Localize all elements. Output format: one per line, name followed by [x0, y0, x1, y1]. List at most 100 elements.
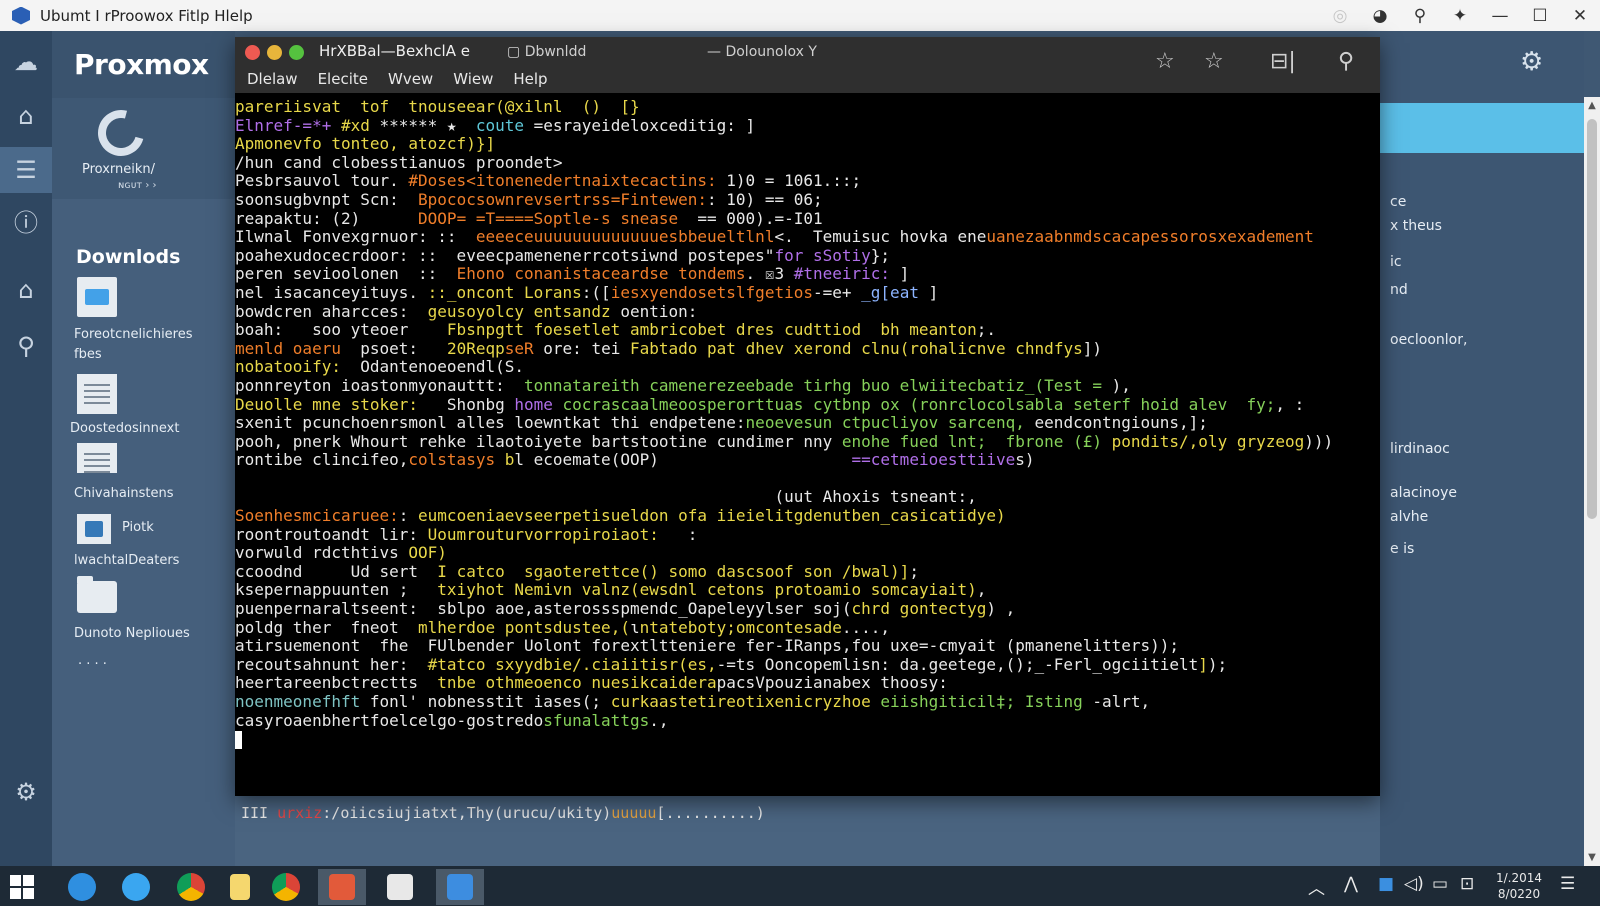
tab-download[interactable]: ▢ Dbwnldd: [507, 44, 586, 60]
terminal-text: ponnreyton ioastonmyonauttt:: [235, 376, 524, 395]
vertical-scrollbar[interactable]: ▲ ▼: [1584, 97, 1600, 866]
content-text: ic: [1390, 254, 1402, 270]
terminal-text: :: [658, 525, 698, 544]
terminal-prompt[interactable]: [235, 730, 1380, 749]
taskbar-clock[interactable]: 1/.2014 8/0220: [1494, 870, 1544, 902]
ie-icon[interactable]: [58, 869, 106, 905]
terminal-text: rontibe clincifeo,: [235, 451, 409, 470]
scroll-thumb[interactable]: [1587, 119, 1597, 519]
notification-icon[interactable]: ☰: [1560, 874, 1575, 894]
proxmox-app-icon[interactable]: [436, 869, 484, 905]
terminal-text: nel isacanceyituys.: [235, 283, 428, 302]
maximize-icon[interactable]: ☐: [1520, 0, 1560, 31]
windows-start-icon[interactable]: [10, 875, 34, 899]
sidebar-icon[interactable]: ⊟|: [1270, 49, 1296, 74]
terminal-text: poahexudocecrdoor: :: eveecpamenenerrcot…: [235, 246, 775, 265]
extensions-icon[interactable]: ✦: [1440, 0, 1480, 31]
star-icon[interactable]: ☆: [1155, 49, 1175, 74]
terminal-app-icon[interactable]: [318, 869, 366, 905]
text-file-icon[interactable]: [77, 374, 117, 414]
profile-icon[interactable]: ◕: [1360, 0, 1400, 31]
terminal-text: =esrayeideloxceditig: ]: [533, 116, 756, 135]
notes-icon[interactable]: [216, 869, 264, 905]
close-icon[interactable]: ✕: [1560, 0, 1600, 31]
display-icon[interactable]: ⊡: [1460, 874, 1474, 894]
account-icon[interactable]: ◎: [1320, 0, 1360, 31]
terminal-text: Apmonevfo tonteo, atozcf)}]: [235, 135, 496, 154]
terminal-text: , :: [1275, 395, 1305, 414]
globe-settings-icon[interactable]: ⚙: [1520, 47, 1543, 77]
shield-icon[interactable]: ■: [1378, 874, 1394, 894]
cloud-icon[interactable]: ☁: [0, 39, 52, 85]
menu-item[interactable]: Elecite: [318, 70, 368, 88]
edge-icon[interactable]: [112, 869, 160, 905]
terminal-line: soonsugbvnpt Scn: Bpococsownrevsertrss=F…: [235, 191, 1380, 210]
info-icon[interactable]: ⓘ: [0, 197, 52, 243]
node-card[interactable]: Proxrneikn/ ɴɢᴜт › ›: [52, 98, 235, 199]
tab-download-label: Dbwnldd: [524, 44, 587, 60]
minimize-dot-icon[interactable]: [267, 45, 282, 60]
tab-second[interactable]: — Dolounolox Y: [707, 44, 817, 60]
menu-item[interactable]: Dlelaw: [247, 70, 298, 88]
battery-icon[interactable]: ▭: [1432, 874, 1448, 894]
terminal-output[interactable]: pareriisvat tof tnouseear(@xilnl () [} El…: [235, 98, 1380, 796]
scroll-up-icon[interactable]: ▲: [1584, 100, 1600, 111]
volume-icon[interactable]: ◁): [1404, 874, 1424, 894]
star-outline-icon[interactable]: ☆: [1204, 49, 1224, 74]
minimize-icon[interactable]: —: [1480, 0, 1520, 31]
node-name: Proxrneikn/: [82, 162, 156, 177]
list-icon[interactable]: ☰: [0, 147, 52, 193]
sidebar-item[interactable]: Doostedosinnext: [70, 419, 220, 439]
folder-icon[interactable]: [77, 576, 117, 613]
sidebar-more[interactable]: · · · ·: [78, 655, 228, 675]
scroll-down-icon[interactable]: ▼: [1584, 852, 1600, 863]
menu-item[interactable]: Wvew: [388, 70, 433, 88]
terminal-text: ntateboty;omcontesade: [639, 618, 842, 637]
terminal-text: colstasys: [408, 451, 505, 470]
network-icon[interactable]: ⋀: [1344, 874, 1358, 894]
terminal-text: /hun cand clobesstianuos proondet>: [235, 153, 563, 172]
content-text: alvhe: [1390, 509, 1429, 525]
terminal-line: pooh, pnerk Whourt rehke ilaotoiyete bar…: [235, 433, 1380, 452]
close-dot-icon[interactable]: [245, 45, 260, 60]
terminal-text: ]: [918, 283, 939, 302]
terminal-line: poldg ther fneot mlherdoe pontsdustee,(ɩ…: [235, 619, 1380, 638]
search-icon[interactable]: ⚲: [1338, 49, 1354, 74]
settings-icon[interactable]: ⚙: [0, 769, 52, 815]
sidebar-item[interactable]: Dunoto Neplioues: [74, 624, 224, 644]
terminal-text: eumcoeniaevseerpetisueldon ofa iieielitg…: [418, 507, 1006, 526]
home-icon[interactable]: ⌂: [0, 93, 52, 139]
sidebar-item[interactable]: Foreotcnelichieres fbes: [74, 325, 224, 365]
terminal-text: tnbe othmeoenco nuesikcaidera: [437, 674, 717, 693]
dashboard-icon[interactable]: ⌂: [0, 267, 52, 313]
terminal-text: ....,: [841, 618, 891, 637]
menu-item[interactable]: Wiew: [453, 70, 493, 88]
image-file-icon[interactable]: [77, 514, 111, 544]
zoom-dot-icon[interactable]: [289, 45, 304, 60]
chrome-alt-icon[interactable]: [262, 869, 310, 905]
terminal-window[interactable]: HrXBBal—BexhclA e ▢ Dbwnldd — Dolounolox…: [235, 37, 1380, 796]
sidebar-item[interactable]: lwachtalDeaters: [74, 551, 224, 571]
menu-item[interactable]: Help: [513, 70, 547, 88]
sidebar-item[interactable]: Chivahainstens: [74, 484, 224, 504]
file-icon[interactable]: [77, 443, 117, 473]
chrome-icon[interactable]: [167, 869, 215, 905]
package-icon[interactable]: [376, 869, 424, 905]
selected-row-highlight[interactable]: [1380, 103, 1584, 153]
terminal-line: nobatooify: Odantenoeoendl(S.: [235, 358, 1380, 377]
terminal-text: noenmeonefhft: [235, 693, 370, 711]
document-icon[interactable]: [77, 277, 117, 317]
terminal-text: boah: soo yteoer: [235, 321, 447, 340]
terminal-text: ]): [1082, 339, 1102, 358]
terminal-text: ,: [976, 581, 987, 600]
terminal-text: sfunalattgs: [543, 711, 650, 730]
chevron-up-icon[interactable]: ︿: [1308, 874, 1325, 899]
terminal-text: Bpococsownrevsertrss=Fintewen:: [418, 190, 708, 209]
terminal-line: ccoodnd Ud sert I catco sgaoterettce() s…: [235, 563, 1380, 582]
terminal-text: eeeeceuuuuuuuuuuuuuesbbeueltlnl: [475, 228, 775, 247]
search-icon[interactable]: ⚲: [0, 323, 52, 369]
terminal-text: ]: [1198, 655, 1208, 674]
search-person-icon[interactable]: ⚲: [1400, 0, 1440, 31]
